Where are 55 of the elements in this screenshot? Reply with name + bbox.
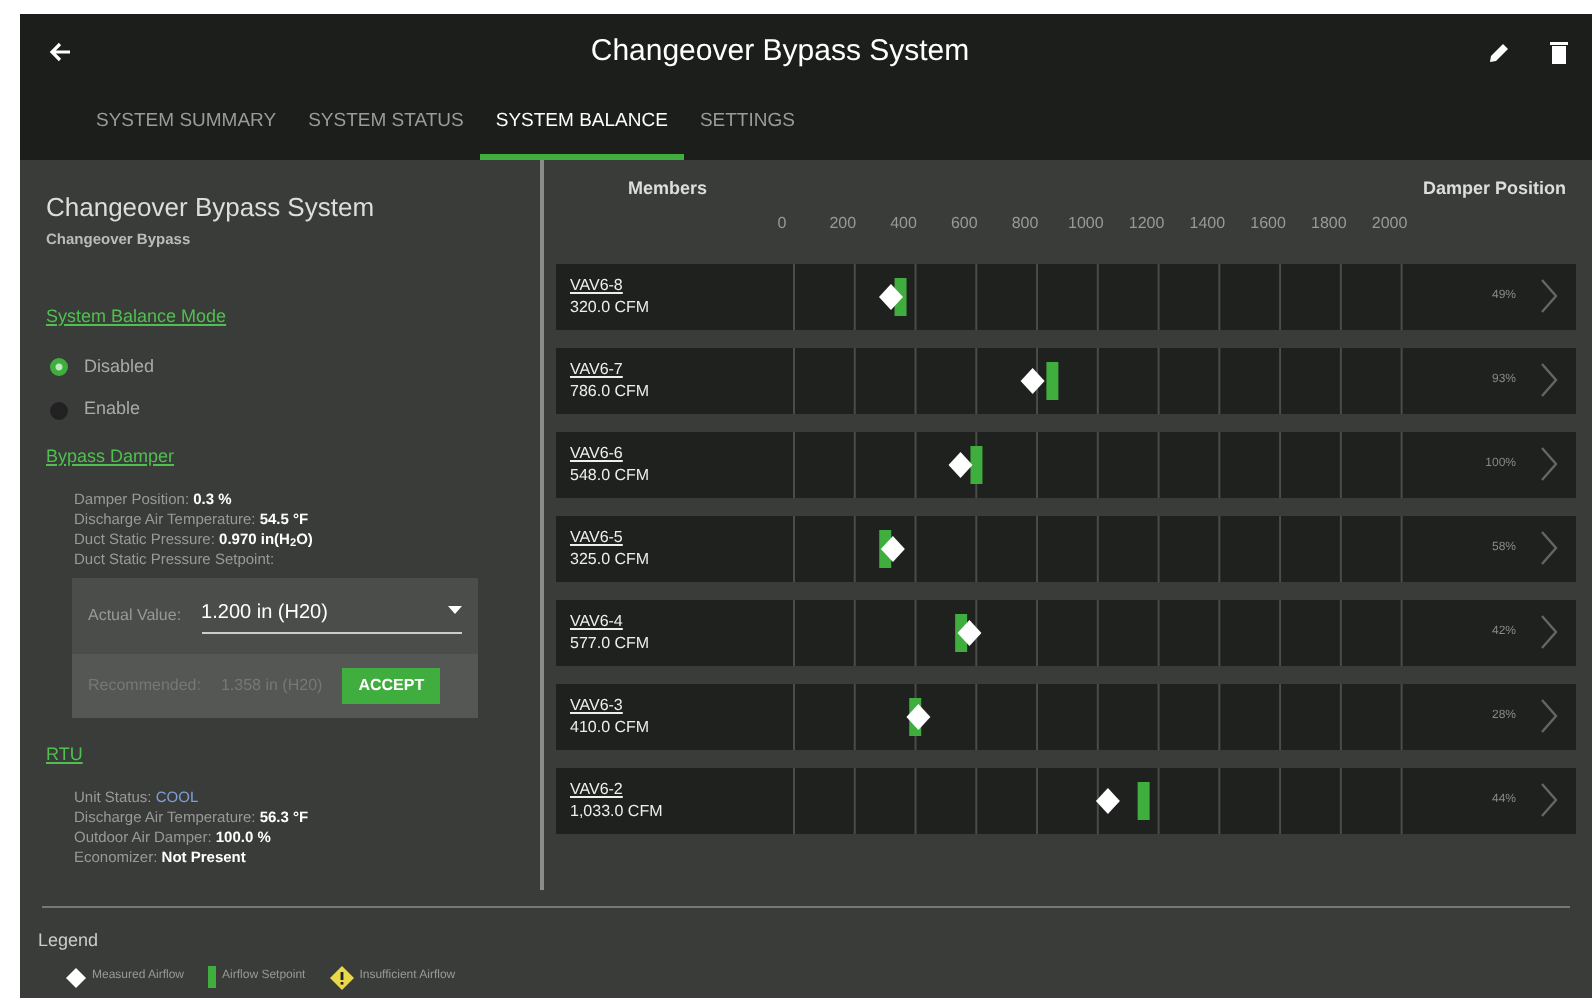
member-link[interactable]: VAV6-8: [570, 276, 623, 294]
tab[interactable]: SETTINGS: [683, 90, 811, 160]
member-link[interactable]: VAV6-3: [570, 696, 623, 714]
field-label: Actual Value:: [88, 603, 182, 628]
airflow-text: 548.0 CFM: [570, 464, 652, 486]
chevron-right-icon[interactable]: [1540, 362, 1558, 398]
axis-label: 1600: [1250, 211, 1286, 235]
airflow-text: 1,033.0 CFM: [570, 800, 665, 822]
chevron-right-icon[interactable]: [1540, 530, 1558, 566]
caret-icon: [448, 605, 462, 614]
column-header: Members: [628, 176, 708, 202]
diamond-icon: [66, 967, 86, 987]
axis-label: 2000: [1371, 211, 1408, 235]
radio-option[interactable]: Disabled: [50, 353, 514, 381]
chevron-right-icon[interactable]: [1540, 446, 1558, 482]
section-link[interactable]: RTU: [46, 741, 83, 769]
trash-icon[interactable]: [1550, 40, 1568, 64]
chevron-right-icon[interactable]: [1540, 698, 1558, 734]
axis-label: 1200: [1128, 211, 1165, 235]
airflow-text: 320.0 CFM: [570, 296, 652, 318]
airflow-text: 410.0 CFM: [570, 716, 652, 738]
axis-label: 600: [950, 211, 978, 235]
axis-label: 0: [777, 211, 787, 235]
panel-title: Changeover Bypass System: [46, 190, 377, 226]
axis-label: 400: [890, 211, 917, 235]
airflow-text: 325.0 CFM: [570, 548, 652, 570]
section-link[interactable]: System Balance Mode: [46, 303, 227, 331]
section-link[interactable]: Bypass Damper: [46, 443, 175, 471]
member-link[interactable]: VAV6-4: [570, 612, 623, 630]
warning-diamond-icon: [329, 965, 354, 989]
airflow-text: 577.0 CFM: [570, 632, 652, 654]
tab[interactable]: SYSTEM BALANCE: [479, 90, 684, 160]
column-header: Damper Position: [1422, 176, 1566, 202]
airflow-text: 786.0 CFM: [570, 380, 652, 402]
window-title: Changeover Bypass System: [588, 34, 972, 70]
back-arrow-icon[interactable]: [48, 40, 72, 64]
axis-label: 1800: [1311, 211, 1347, 235]
value-dropdown[interactable]: 1.200 in (H20): [201, 597, 462, 634]
radio-option[interactable]: Enable: [50, 396, 514, 424]
axis-label: 1400: [1189, 211, 1226, 235]
member-link[interactable]: VAV6-7: [570, 360, 623, 378]
chevron-right-icon[interactable]: [1540, 782, 1558, 818]
axis-label: 1000: [1068, 211, 1104, 235]
tab[interactable]: SYSTEM STATUS: [292, 90, 480, 160]
chevron-right-icon[interactable]: [1540, 614, 1558, 650]
axis-label: 200: [829, 211, 857, 235]
chevron-right-icon[interactable]: [1540, 278, 1558, 314]
legend-title: Legend: [38, 928, 101, 954]
edit-pencil-icon[interactable]: [1488, 41, 1510, 63]
tab[interactable]: SYSTEM SUMMARY: [80, 90, 293, 160]
member-link[interactable]: VAV6-2: [570, 780, 623, 798]
member-link[interactable]: VAV6-5: [570, 528, 623, 546]
member-link[interactable]: VAV6-6: [570, 444, 623, 462]
axis-label: 800: [1011, 211, 1039, 235]
setpoint-bar-icon: [208, 966, 217, 988]
